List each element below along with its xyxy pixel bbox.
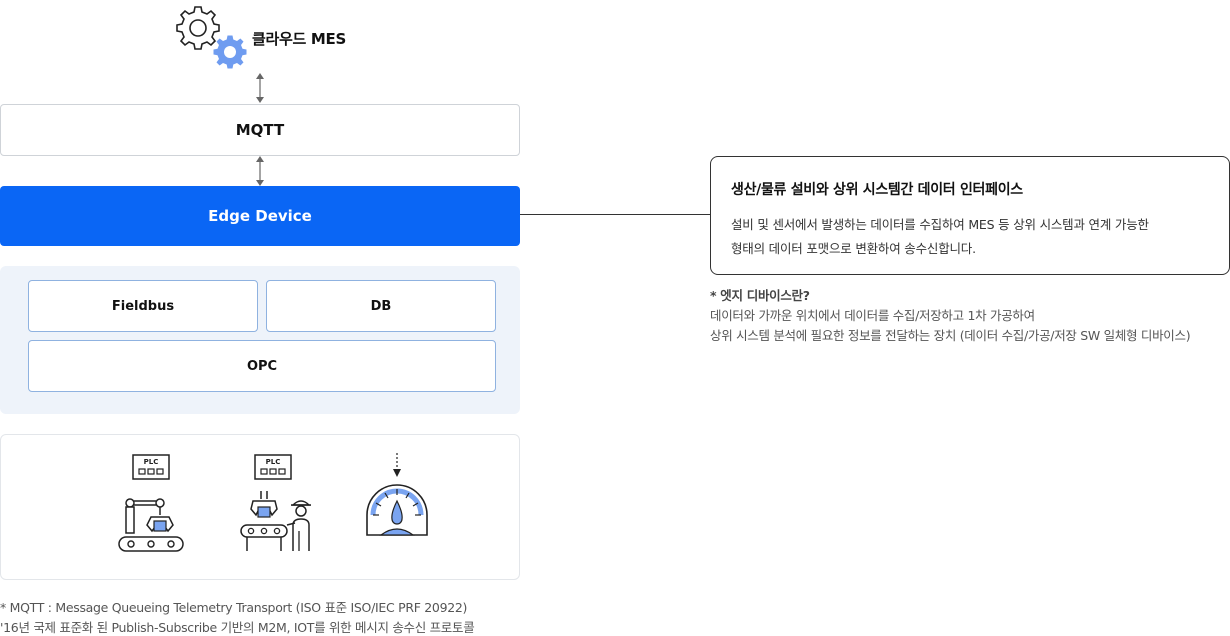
cloud-mes-label: 클라우드 MES: [252, 30, 346, 48]
gauge-meter-icon: [366, 453, 428, 536]
callout-title: 생산/물류 설비와 상위 시스템간 데이터 인터페이스: [731, 182, 1023, 198]
note-title: * 엣지 디바이스란?: [710, 288, 810, 303]
connector-line: [520, 214, 710, 215]
callout-desc-line1: 설비 및 센서에서 발생하는 데이터를 수집하여 MES 등 상위 시스템과 연…: [731, 217, 1149, 232]
edge-device-note: * 엣지 디바이스란? 데이터와 가까운 위치에서 데이터를 수집/저장하고 1…: [710, 286, 1230, 346]
gears-icon: [172, 4, 250, 70]
plc-label: PLC: [144, 458, 159, 466]
footnote-line2: '16년 국제 표준화 된 Publish-Subscribe 기반의 M2M,…: [0, 620, 475, 635]
worker-conveyor-icon: PLC: [240, 454, 311, 551]
robot-arm-conveyor-icon: PLC: [118, 454, 184, 552]
mqtt-footnote: * MQTT : Message Queueing Telemetry Tran…: [0, 598, 520, 636]
opc-label: OPC: [246, 358, 278, 374]
protocol-panel: Fieldbus DB OPC: [0, 266, 520, 414]
edge-device-label: Edge Device: [208, 207, 312, 225]
mqtt-label: MQTT: [235, 121, 285, 139]
fieldbus-label: Fieldbus: [111, 298, 175, 314]
double-arrow-icon: [254, 72, 266, 104]
mqtt-box: MQTT: [0, 104, 520, 156]
note-line1: 데이터와 가까운 위치에서 데이터를 수집/저장하고 1차 가공하여: [710, 308, 1035, 323]
db-label: DB: [370, 298, 392, 314]
double-arrow-icon: [254, 155, 266, 187]
note-line2: 상위 시스템 분석에 필요한 정보를 전달하는 장치 (데이터 수집/가공/저장…: [710, 328, 1191, 343]
footnote-line1: * MQTT : Message Queueing Telemetry Tran…: [0, 600, 468, 615]
fieldbus-box: Fieldbus: [28, 280, 258, 332]
db-box: DB: [266, 280, 496, 332]
callout-description: 설비 및 센서에서 발생하는 데이터를 수집하여 MES 등 상위 시스템과 연…: [731, 213, 1209, 261]
edge-device-box: Edge Device: [0, 186, 520, 246]
devices-panel: PLC PLC: [0, 434, 520, 580]
callout-desc-line2: 형태의 데이터 포맷으로 변환하여 송수신합니다.: [731, 241, 976, 256]
edge-interface-callout: 생산/물류 설비와 상위 시스템간 데이터 인터페이스 설비 및 센서에서 발생…: [710, 156, 1230, 275]
plc-label: PLC: [266, 458, 281, 466]
opc-box: OPC: [28, 340, 496, 392]
